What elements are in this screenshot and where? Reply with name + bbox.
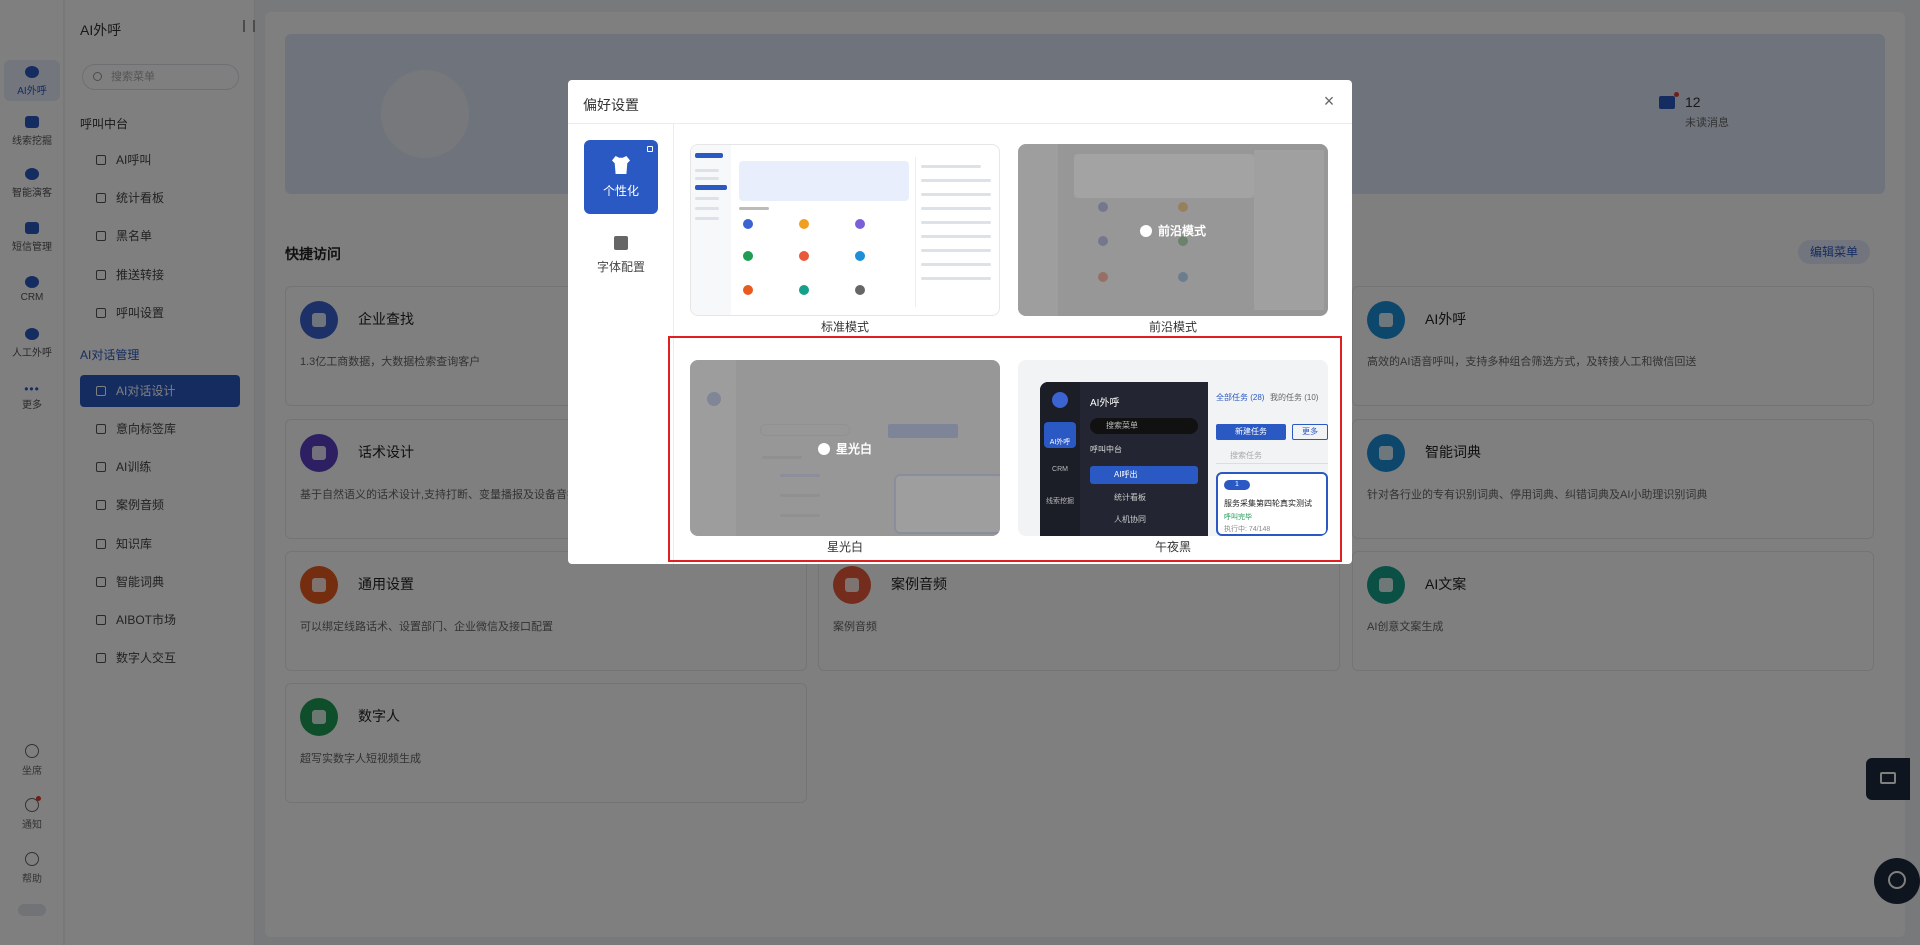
theme-standard-label: 标准模式 [820, 320, 869, 334]
close-icon[interactable]: × [1320, 92, 1338, 110]
tab-font-config[interactable]: 字体配置 [584, 222, 658, 296]
corner-icon [647, 146, 653, 152]
theme-standard[interactable] [690, 144, 1000, 316]
text-icon [614, 236, 628, 250]
modal-header: 偏好设置 × [568, 80, 1352, 124]
theme-frontier-label: 前沿模式 [1148, 320, 1197, 334]
thumb-banner [739, 161, 909, 201]
preferences-modal: 偏好设置 × 个性化 字体配置 标准模式 前沿模式 前沿模式 星光白 星光白 A… [568, 80, 1352, 564]
theme-frontier-check: 前沿模式 [1140, 222, 1206, 239]
modal-title: 偏好设置 [583, 97, 639, 113]
shirt-icon [612, 156, 630, 174]
thumb-active-item [695, 185, 727, 190]
theme-frontier[interactable]: 前沿模式 [1018, 144, 1328, 316]
check-icon [1140, 225, 1152, 237]
tab-personalize[interactable]: 个性化 [584, 140, 658, 214]
modal-sidebar: 个性化 字体配置 [568, 124, 674, 564]
selection-highlight-frame [668, 336, 1342, 562]
thumb-logo [695, 153, 723, 158]
